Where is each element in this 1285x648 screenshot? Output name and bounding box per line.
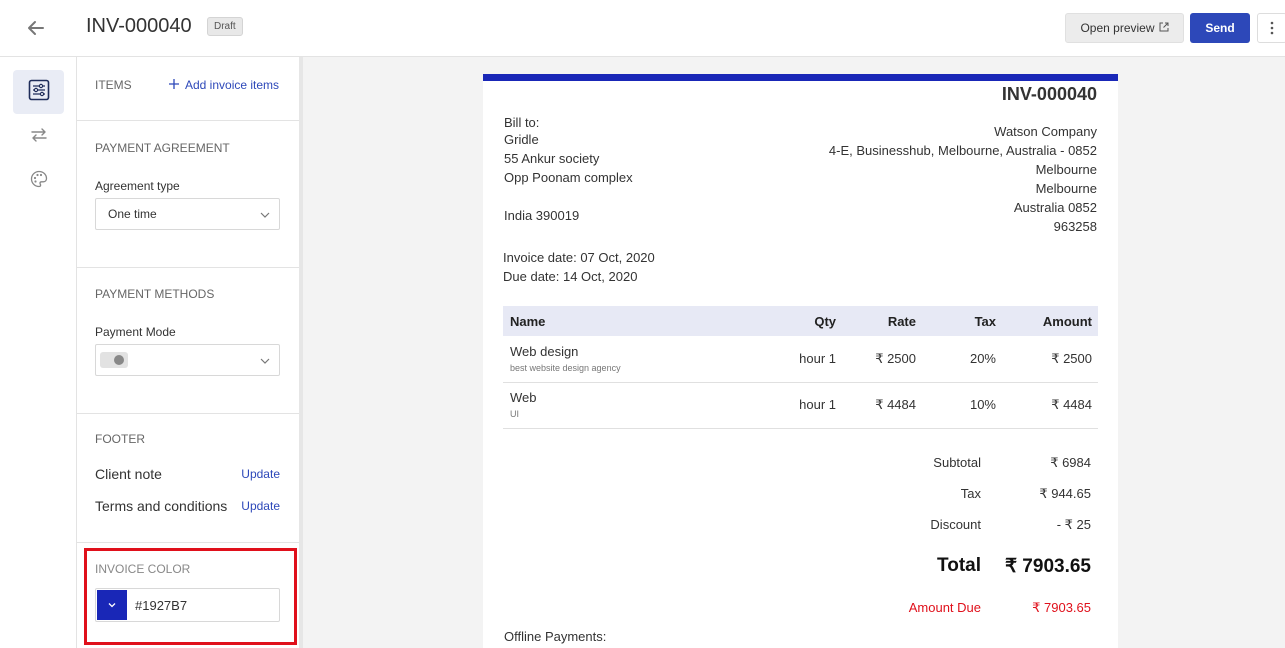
payment-mode-select[interactable] — [95, 344, 280, 376]
row-rate: ₹ 4484 — [875, 397, 916, 412]
total-value: ₹ 7903.65 — [1004, 556, 1091, 577]
payment-methods-section: PAYMENT METHODS Payment Mode — [77, 268, 299, 414]
status-badge: Draft — [207, 17, 243, 36]
row-tax: 10% — [969, 397, 996, 412]
agreement-type-value: One time — [108, 207, 157, 221]
settings-sliders-icon — [28, 79, 50, 106]
items-title: ITEMS — [95, 78, 132, 92]
invoice-color-highlight — [84, 548, 297, 645]
tax-value: ₹ 944.65 — [1039, 486, 1091, 501]
add-invoice-items-button[interactable]: Add invoice items — [169, 78, 279, 92]
footer-section: FOOTER Client note Update Terms and cond… — [77, 414, 299, 543]
payment-agreement-section: PAYMENT AGREEMENT Agreement type One tim… — [77, 121, 299, 268]
rail-settings-button[interactable] — [13, 70, 64, 114]
bill-to-label: Bill to: — [504, 115, 540, 130]
rail-palette-button[interactable] — [13, 159, 64, 203]
exchange-arrows-icon — [30, 127, 48, 148]
agreement-type-label: Agreement type — [95, 179, 180, 193]
palette-icon — [30, 170, 48, 193]
client-note-label: Client note — [95, 466, 162, 482]
terms-row: Terms and conditions Update — [95, 498, 280, 514]
terms-label: Terms and conditions — [95, 498, 228, 514]
invoice-number: INV-000040 — [1001, 84, 1097, 104]
subtotal-label: Subtotal — [933, 455, 981, 470]
rail-exchange-button[interactable] — [13, 115, 64, 159]
subtotal-value: ₹ 6984 — [1050, 455, 1091, 470]
column-header-rate: Rate — [887, 314, 916, 329]
payment-mode-label: Payment Mode — [95, 325, 176, 339]
table-header: Name Qty Rate Tax Amount — [503, 306, 1098, 336]
from-line: Australia 0852 — [1013, 200, 1097, 215]
row-tax: 20% — [969, 351, 996, 366]
open-preview-button[interactable]: Open preview — [1065, 13, 1184, 43]
agreement-type-select[interactable]: One time — [95, 198, 280, 230]
row-rate: ₹ 2500 — [875, 351, 916, 366]
amount-due-value: ₹ 7903.65 — [1032, 600, 1091, 615]
icon-rail — [0, 57, 77, 648]
chevron-down-icon — [260, 355, 270, 369]
top-bar: INV-000040 Draft Open preview Send — [0, 0, 1285, 57]
table-row: Web design best website design agency ho… — [503, 337, 1098, 383]
payment-mode-toggle[interactable] — [100, 352, 128, 368]
client-note-update-link[interactable]: Update — [241, 467, 280, 481]
items-section: ITEMS Add invoice items — [77, 57, 299, 121]
row-amount: ₹ 2500 — [1051, 351, 1092, 366]
from-line: Watson Company — [994, 124, 1097, 139]
open-preview-label: Open preview — [1080, 21, 1155, 35]
invoice-color-bar — [483, 74, 1118, 81]
column-header-qty: Qty — [814, 314, 836, 329]
more-options-icon[interactable] — [1257, 13, 1285, 43]
invoice-paper: INV-000040 Bill to: Gridle 55 Ankur soci… — [483, 74, 1118, 648]
tax-label: Tax — [960, 486, 981, 501]
from-line: Melbourne — [1035, 181, 1097, 196]
row-amount: ₹ 4484 — [1051, 397, 1092, 412]
bill-to-line: Opp Poonam complex — [504, 170, 633, 185]
amount-due-label: Amount Due — [908, 600, 981, 615]
bill-to-line: India 390019 — [504, 208, 580, 223]
chevron-down-icon — [260, 209, 270, 223]
column-header-tax: Tax — [974, 314, 996, 329]
external-link-icon — [1159, 21, 1169, 35]
discount-label: Discount — [930, 517, 981, 532]
page-title: INV-000040 — [86, 15, 192, 37]
row-item-desc: UI — [510, 409, 519, 419]
from-line: 4-E, Businesshub, Melbourne, Australia -… — [828, 143, 1097, 158]
send-button[interactable]: Send — [1190, 13, 1250, 43]
due-date: Due date: 14 Oct, 2020 — [503, 269, 638, 284]
client-note-row: Client note Update — [95, 466, 280, 482]
row-item-name: Web design — [510, 344, 579, 359]
payment-methods-title: PAYMENT METHODS — [95, 287, 215, 301]
plus-icon — [169, 78, 179, 92]
discount-value: - ₹ 25 — [1056, 517, 1091, 532]
column-header-amount: Amount — [1042, 314, 1092, 329]
terms-update-link[interactable]: Update — [241, 499, 280, 513]
from-line: 963258 — [1053, 219, 1097, 234]
payment-agreement-title: PAYMENT AGREEMENT — [95, 141, 230, 155]
row-qty: hour 1 — [799, 397, 836, 412]
add-invoice-items-label: Add invoice items — [185, 78, 280, 92]
footer-title: FOOTER — [95, 432, 145, 446]
from-line: Melbourne — [1035, 162, 1097, 177]
table-row: Web UI hour 1 ₹ 4484 10% ₹ 4484 — [503, 383, 1098, 429]
bill-to-line: 55 Ankur society — [504, 151, 600, 166]
invoice-date: Invoice date: 07 Oct, 2020 — [503, 250, 655, 265]
column-header-name: Name — [510, 314, 546, 329]
offline-payments-label: Offline Payments: — [504, 629, 607, 644]
row-item-name: Web — [510, 390, 537, 405]
back-arrow-icon[interactable] — [24, 16, 48, 40]
row-item-desc: best website design agency — [510, 363, 621, 373]
bill-to-line: Gridle — [504, 132, 539, 147]
row-qty: hour 1 — [799, 351, 836, 366]
